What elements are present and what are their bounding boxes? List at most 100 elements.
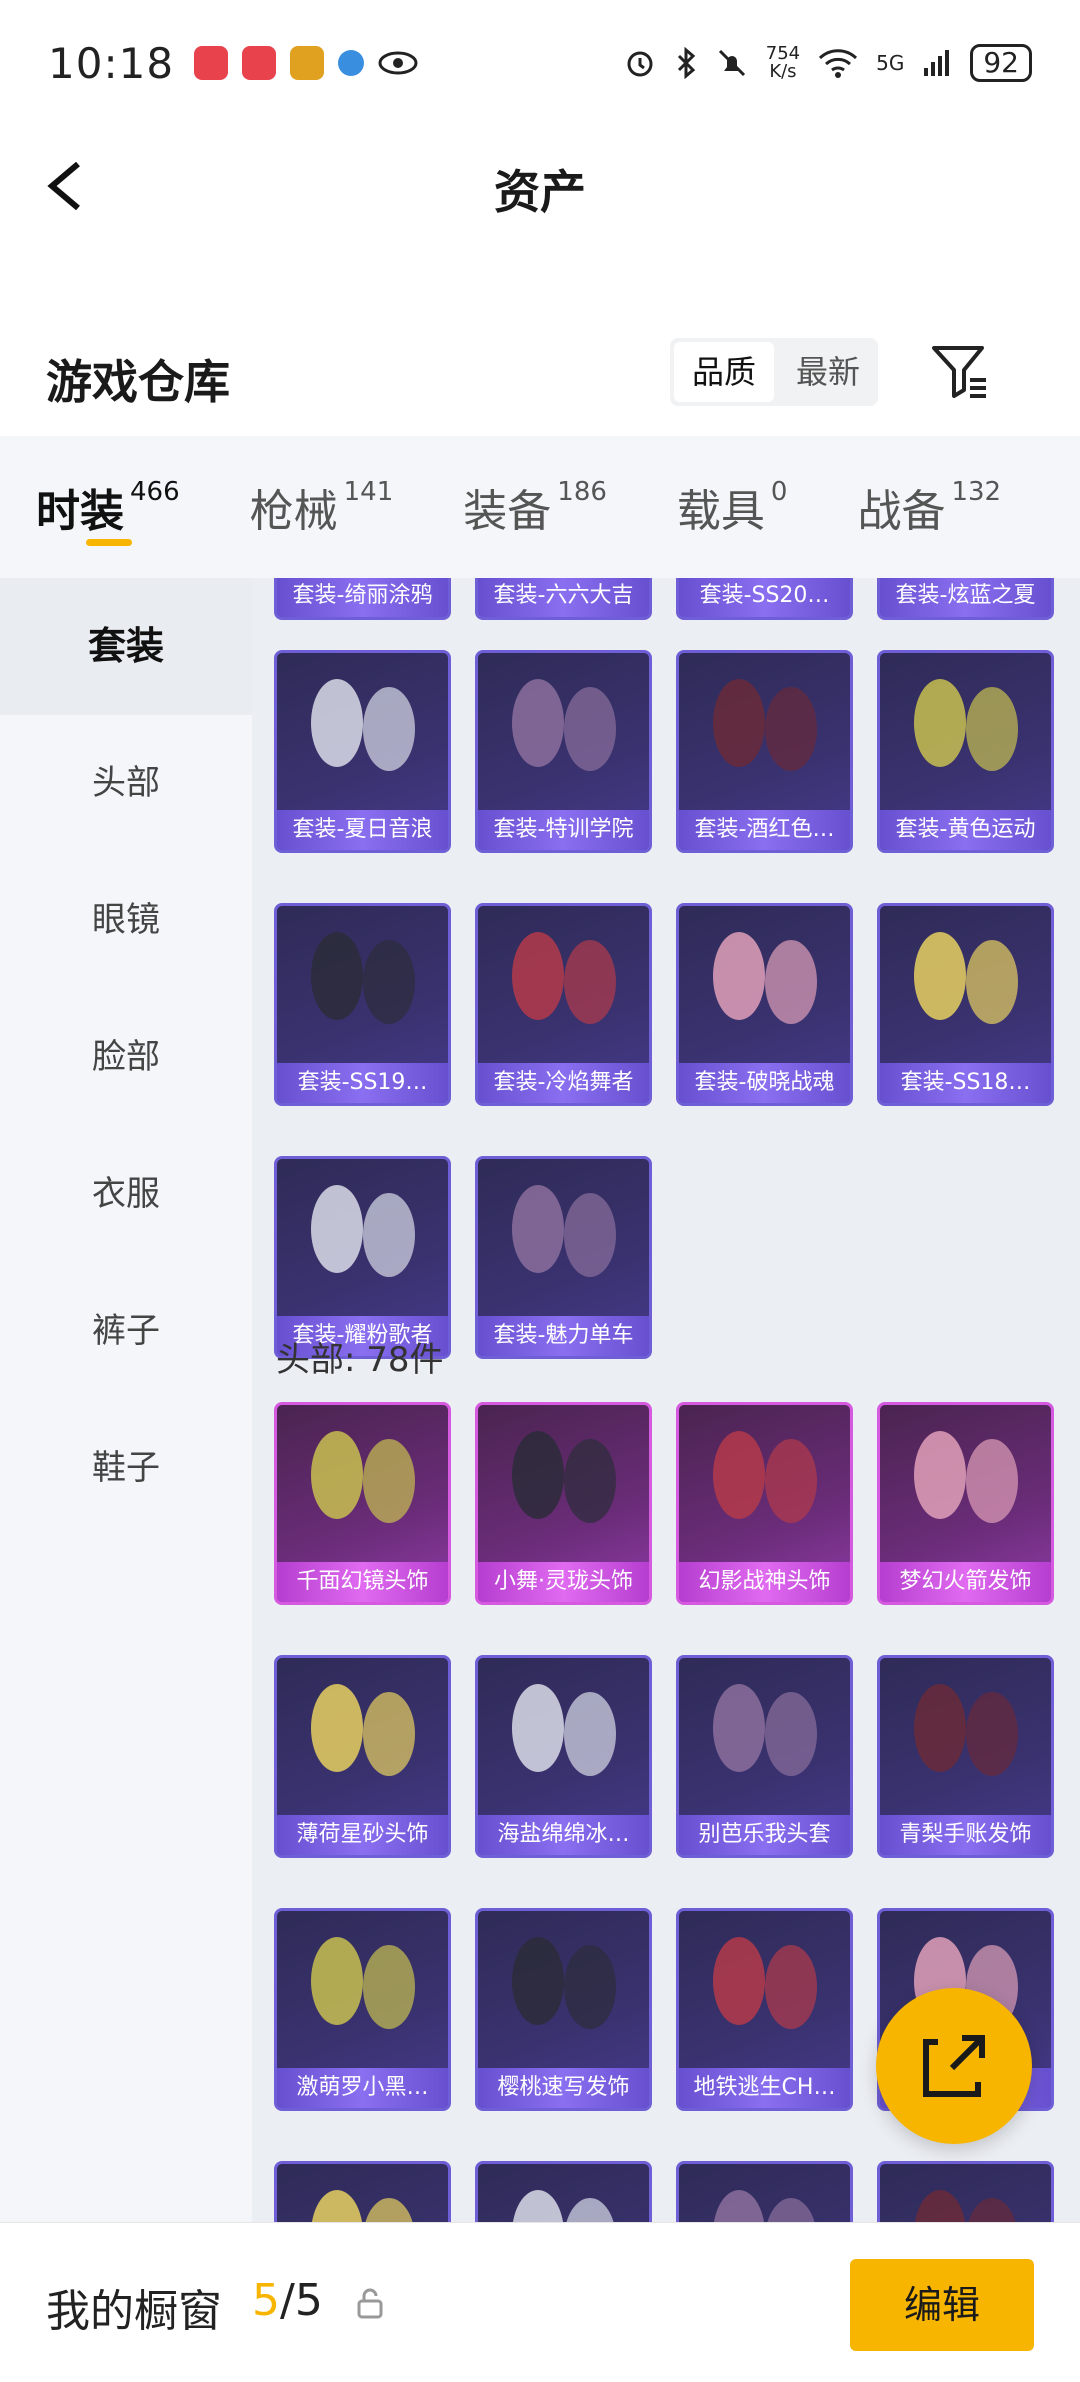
item-card-label[interactable]: 套装-SS20…	[676, 578, 853, 620]
item-image	[478, 1911, 649, 2068]
item-card-label: 套装-夏日音浪	[277, 810, 448, 850]
item-card-label: 套装-酒红色…	[679, 810, 850, 850]
page-title: 资产	[494, 165, 586, 219]
tab-vehicles[interactable]: 载具 0	[677, 475, 788, 539]
sort-quality-option[interactable]: 品质	[674, 342, 775, 402]
item-card[interactable]: 樱桃速写发饰	[475, 1908, 652, 2111]
sidebar-item-head[interactable]: 头部	[0, 715, 252, 852]
sidebar-item-suits[interactable]: 套装	[0, 578, 252, 715]
tab-label: 战备	[857, 486, 946, 537]
item-card[interactable]	[676, 2161, 853, 2222]
edit-button[interactable]: 编辑	[850, 2259, 1034, 2351]
item-card-label: 地铁逃生CH…	[679, 2068, 850, 2108]
sort-newest-option[interactable]: 最新	[778, 338, 878, 406]
item-image	[478, 906, 649, 1063]
item-card[interactable]: 梦幻火箭发饰	[877, 1402, 1054, 1605]
item-card[interactable]: 青梨手账发饰	[877, 1655, 1054, 1858]
filter-icon[interactable]	[928, 340, 992, 404]
share-button[interactable]	[876, 1988, 1032, 2144]
bluetooth-icon	[677, 47, 695, 79]
tab-count: 186	[557, 477, 607, 507]
item-card-label: 套装-SS19…	[277, 1063, 448, 1103]
head-section-title: 头部: 78件	[276, 1340, 444, 1380]
tab-label: 载具	[676, 486, 765, 537]
tab-count: 0	[770, 477, 788, 507]
tab-equipment[interactable]: 装备 186	[463, 475, 607, 539]
showcase-count: 5/5	[252, 2275, 323, 2326]
sidebar-item-pants[interactable]: 裤子	[0, 1263, 252, 1400]
item-card-label[interactable]: 套装-炫蓝之夏	[877, 578, 1054, 620]
wifi-icon	[819, 49, 858, 78]
item-card[interactable]: 别芭乐我头套	[676, 1655, 853, 1858]
item-card-label: 青梨手账发饰	[880, 1815, 1051, 1855]
item-card[interactable]: 薄荷星砂头饰	[274, 1655, 451, 1858]
item-card-label: 薄荷星砂头饰	[277, 1815, 448, 1855]
page-header: 资产	[0, 126, 1080, 246]
item-card[interactable]: 套装-黄色运动	[877, 650, 1054, 853]
sidebar-item-shoes[interactable]: 鞋子	[0, 1400, 252, 1537]
item-card-label: 梦幻火箭发饰	[880, 1562, 1051, 1602]
item-image	[277, 2164, 448, 2222]
item-card[interactable]: 套装-酒红色…	[676, 650, 853, 853]
app-notification-icon	[194, 46, 229, 80]
item-card[interactable]: 套装-夏日音浪	[274, 650, 451, 853]
item-card[interactable]: 千面幻镜头饰	[274, 1402, 451, 1605]
category-tabs: 时装 466 枪械 141 装备 186 载具 0 战备 132	[0, 436, 1080, 578]
item-card[interactable]: 套装-破晓战魂	[676, 903, 853, 1106]
item-card[interactable]: 小舞·灵珑头饰	[475, 1402, 652, 1605]
tab-label: 时装	[36, 486, 124, 537]
item-card-label: 别芭乐我头套	[679, 1815, 850, 1855]
item-card-label[interactable]: 套装-绮丽涂鸦	[274, 578, 451, 620]
status-time: 10:18	[48, 38, 175, 88]
item-card-label: 套装-冷焰舞者	[478, 1063, 649, 1103]
tab-label: 装备	[463, 486, 552, 537]
item-card[interactable]	[475, 2161, 652, 2222]
item-card[interactable]: 激萌罗小黑…	[274, 1908, 451, 2111]
sidebar-item-face[interactable]: 脸部	[0, 989, 252, 1126]
item-image	[277, 653, 448, 810]
item-card-label[interactable]: 套装-六六大吉	[475, 578, 652, 620]
item-card[interactable]: 套装-特训学院	[475, 650, 652, 853]
item-image	[679, 2164, 850, 2222]
item-image	[277, 1911, 448, 2068]
item-card-label: 幻影战神头饰	[679, 1562, 850, 1602]
item-image	[277, 906, 448, 1063]
signal-icon	[924, 50, 950, 76]
app-notification-icon	[290, 46, 325, 80]
sidebar-item-clothes[interactable]: 衣服	[0, 1126, 252, 1263]
showcase-bar: 我的橱窗 5/5 编辑	[0, 2222, 1080, 2382]
item-card[interactable]: 套装-SS18…	[877, 903, 1054, 1106]
item-card-label: 海盐绵绵冰…	[478, 1815, 649, 1855]
item-card[interactable]	[877, 2161, 1054, 2222]
item-image	[478, 1658, 649, 1815]
item-card[interactable]: 海盐绵绵冰…	[475, 1655, 652, 1858]
item-image	[880, 653, 1051, 810]
sidebar-item-glasses[interactable]: 眼镜	[0, 852, 252, 989]
tab-guns[interactable]: 枪械 141	[250, 475, 394, 539]
item-card-label: 樱桃速写发饰	[478, 2068, 649, 2108]
warehouse-title: 游戏仓库	[46, 355, 230, 409]
item-card[interactable]: 幻影战神头饰	[676, 1402, 853, 1605]
showcase-title: 我的橱窗	[46, 2286, 222, 2337]
item-card-label: 小舞·灵珑头饰	[478, 1562, 649, 1602]
item-image	[277, 1159, 448, 1316]
sort-toggle: 品质 最新	[670, 338, 879, 406]
alarm-icon	[627, 51, 653, 77]
item-card-label: 套装-破晓战魂	[679, 1063, 850, 1103]
item-image	[880, 2164, 1051, 2222]
tab-supplies[interactable]: 战备 132	[857, 475, 1001, 539]
item-card[interactable]	[274, 2161, 451, 2222]
item-card[interactable]: 套装-SS19…	[274, 903, 451, 1106]
partial-suit-row: 套装-绮丽涂鸦 套装-六六大吉 套装-SS20… 套装-炫蓝之夏	[274, 578, 1074, 620]
subcategory-sidebar: 套装 头部 眼镜 脸部 衣服 裤子 鞋子	[0, 578, 252, 2222]
item-card[interactable]: 套装-冷焰舞者	[475, 903, 652, 1106]
item-card[interactable]: 地铁逃生CH…	[676, 1908, 853, 2111]
item-card[interactable]: 套装-耀粉歌者	[274, 1156, 451, 1359]
item-image	[277, 1405, 448, 1562]
tab-fashion[interactable]: 时装 466	[36, 475, 180, 546]
tab-label: 枪械	[249, 486, 338, 537]
item-card[interactable]: 套装-魅力单车	[475, 1156, 652, 1359]
item-grid-area: 套装-绮丽涂鸦 套装-六六大吉 套装-SS20… 套装-炫蓝之夏 套装-夏日音浪…	[252, 578, 1080, 2222]
item-image	[679, 1911, 850, 2068]
item-image	[880, 906, 1051, 1063]
